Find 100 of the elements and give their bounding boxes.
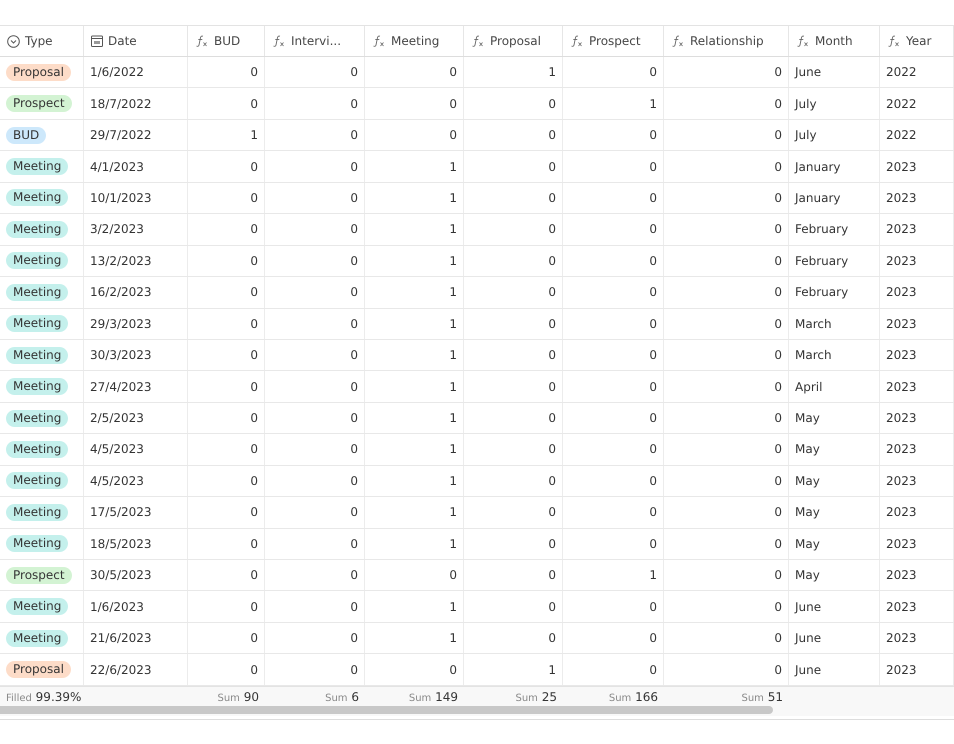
table-cell: February — [789, 277, 880, 308]
table-cell: 2023 — [880, 151, 954, 182]
table-cell: 2023 — [880, 560, 954, 590]
table-cell: 30/5/2023 — [84, 560, 188, 590]
table-cell: 2023 — [880, 466, 954, 496]
table-cell: March — [789, 308, 880, 339]
table-cell: 0 — [265, 434, 365, 465]
column-header[interactable]: BUD — [188, 26, 265, 56]
table-cell: 2023 — [880, 214, 954, 245]
table-cell: 0 — [563, 277, 664, 308]
column-header[interactable]: Date — [84, 26, 188, 56]
column-header[interactable]: Month — [789, 26, 880, 56]
table-cell: 0 — [188, 246, 265, 276]
table-cell: 1 — [464, 57, 563, 88]
table-cell: April — [789, 371, 880, 402]
table-cell: 1 — [365, 214, 464, 245]
table-cell: 4/5/2023 — [84, 434, 188, 465]
table-cell: 0 — [188, 182, 265, 214]
type-tag: Meeting — [6, 535, 68, 552]
column-header[interactable]: Intervi... — [265, 26, 365, 56]
table-cell: 0 — [563, 528, 664, 559]
table-cell: 0 — [365, 120, 464, 150]
table-cell: 0 — [188, 214, 265, 245]
table-cell: 1 — [365, 497, 464, 528]
table-cell: 0 — [563, 497, 664, 528]
table-cell: 3/2/2023 — [84, 214, 188, 245]
table-cell: 4/5/2023 — [84, 466, 188, 496]
table-cell: 2023 — [880, 591, 954, 622]
table-cell: 2022 — [880, 120, 954, 150]
table-cell: 27/4/2023 — [84, 371, 188, 402]
table-cell: 22/6/2023 — [84, 654, 188, 685]
type-tag: Meeting — [6, 630, 68, 647]
table-cell: 0 — [365, 560, 464, 590]
table-cell: 0 — [563, 308, 664, 339]
type-tag: Meeting — [6, 346, 68, 364]
type-tag: Meeting — [6, 504, 68, 521]
type-tag: Proposal — [6, 661, 71, 678]
table-cell: 21/6/2023 — [84, 622, 188, 654]
table-cell: 0 — [265, 88, 365, 119]
formula-icon — [570, 35, 584, 47]
table-cell: July — [789, 88, 880, 119]
table-cell: 1/6/2022 — [84, 57, 188, 88]
table-cell: 0 — [664, 402, 789, 434]
table-cell: 1/6/2023 — [84, 591, 188, 622]
summary-text: Filled 99.39% — [6, 690, 82, 704]
column-header[interactable]: Type — [0, 26, 84, 56]
table-cell: 13/2/2023 — [84, 246, 188, 276]
column-header[interactable]: Prospect — [563, 26, 664, 56]
table-cell: 0 — [563, 402, 664, 434]
table-cell: 0 — [464, 466, 563, 496]
table-cell: 0 — [265, 371, 365, 402]
table-cell: 0 — [365, 654, 464, 685]
table-cell: 0 — [188, 151, 265, 182]
table-cell: 2023 — [880, 402, 954, 434]
table-cell: 0 — [265, 466, 365, 496]
formula-icon — [195, 35, 209, 47]
table-cell: February — [789, 214, 880, 245]
formula-icon — [796, 35, 810, 47]
table-cell: 0 — [265, 120, 365, 150]
table-cell: 1 — [365, 466, 464, 496]
table-cell: 0 — [265, 591, 365, 622]
column-header[interactable]: Relationship — [664, 26, 789, 56]
table-cell: January — [789, 182, 880, 214]
table-cell: 1 — [365, 591, 464, 622]
table-cell: 0 — [563, 340, 664, 370]
table-cell: February — [789, 246, 880, 276]
table-cell: 0 — [265, 622, 365, 654]
column-header[interactable]: Proposal — [464, 26, 563, 56]
table-cell: 1 — [365, 371, 464, 402]
table-cell: 2023 — [880, 528, 954, 559]
table-cell: 0 — [188, 88, 265, 119]
table-cell: 0 — [664, 182, 789, 214]
table-cell: June — [789, 591, 880, 622]
table-cell: 0 — [265, 528, 365, 559]
table-cell: 2023 — [880, 277, 954, 308]
table-cell: June — [789, 622, 880, 654]
type-tag: Prospect — [6, 566, 72, 584]
column-header[interactable]: Year — [880, 26, 954, 56]
table-cell: 0 — [664, 151, 789, 182]
summary-text: Sum 166 — [608, 690, 658, 704]
table-cell: 0 — [464, 88, 563, 119]
type-tag: Meeting — [6, 378, 68, 396]
table-cell: 0 — [188, 402, 265, 434]
chevron-circle-icon — [7, 34, 20, 48]
table-cell: 2023 — [880, 371, 954, 402]
column-header[interactable]: Meeting — [365, 26, 464, 56]
table-cell: 0 — [664, 654, 789, 685]
table-cell: May — [789, 466, 880, 496]
table-cell: 0 — [365, 57, 464, 88]
type-tag: Meeting — [6, 315, 68, 332]
type-tag: Meeting — [6, 440, 68, 458]
table-cell: 1 — [365, 622, 464, 654]
table-cell: 0 — [464, 277, 563, 308]
table-cell: 2/5/2023 — [84, 402, 188, 434]
table-cell: 0 — [563, 371, 664, 402]
table-cell: 0 — [664, 308, 789, 339]
table-cell: 2023 — [880, 654, 954, 685]
type-tag: Meeting — [6, 410, 68, 427]
scrollbar-thumb[interactable] — [0, 706, 773, 714]
table-cell: 29/3/2023 — [84, 308, 188, 339]
